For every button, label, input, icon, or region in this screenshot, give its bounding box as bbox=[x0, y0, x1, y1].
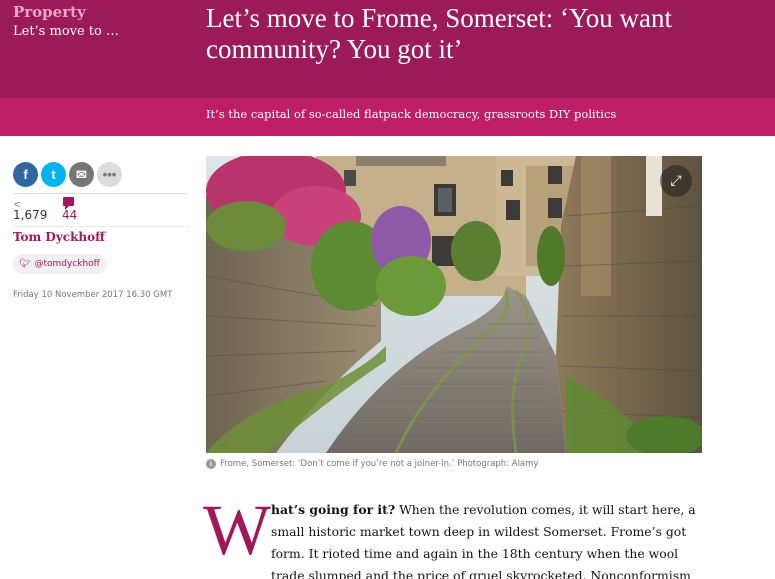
twitter-handle: @tomdyckhoff bbox=[34, 259, 100, 269]
author-link[interactable]: Tom Dyckhoff bbox=[13, 230, 105, 244]
author-twitter-button[interactable]: 🐦︎ @tomdyckhoff bbox=[13, 254, 107, 274]
publication-date: Friday 10 November 2017 16.30 GMT bbox=[13, 290, 173, 300]
divider bbox=[13, 193, 188, 194]
caption-text: Frome, Somerset: ‘Don’t come if you’re n… bbox=[220, 459, 539, 469]
article-body: hat’s going for it? When the revolution … bbox=[271, 499, 701, 579]
info-icon: i bbox=[206, 459, 216, 469]
more-share-button[interactable]: ••• bbox=[97, 162, 122, 187]
main-image[interactable]: ⤢ bbox=[206, 156, 702, 453]
comment-count[interactable]: 44 bbox=[62, 208, 77, 222]
section-link[interactable]: Property bbox=[13, 3, 86, 21]
standfirst-band: It’s the capital of so-called flatpack d… bbox=[0, 98, 775, 136]
paragraph-lead: hat’s going for it? bbox=[271, 502, 396, 517]
share-count: 1,679 bbox=[13, 208, 48, 222]
image-caption: i Frome, Somerset: ‘Don’t come if you’re… bbox=[206, 459, 538, 469]
facebook-share-button[interactable]: f bbox=[13, 162, 38, 187]
standfirst: It’s the capital of so-called flatpack d… bbox=[206, 107, 617, 121]
headline: Let’s move to Frome, Somerset: ‘You want… bbox=[206, 3, 672, 64]
twitter-bird-icon: 🐦︎ bbox=[19, 259, 31, 269]
expand-image-icon[interactable]: ⤢ bbox=[660, 165, 692, 197]
comment-icon[interactable] bbox=[63, 197, 74, 210]
article-header: Property Let’s move to … Let’s move to F… bbox=[0, 0, 775, 98]
share-buttons: f t ✉ ••• bbox=[13, 162, 122, 187]
twitter-share-button[interactable]: t bbox=[41, 162, 66, 187]
divider bbox=[13, 226, 188, 227]
series-link[interactable]: Let’s move to … bbox=[13, 24, 119, 39]
email-share-button[interactable]: ✉ bbox=[69, 162, 94, 187]
frome-street-photo bbox=[206, 156, 702, 453]
drop-cap: W bbox=[203, 490, 271, 570]
